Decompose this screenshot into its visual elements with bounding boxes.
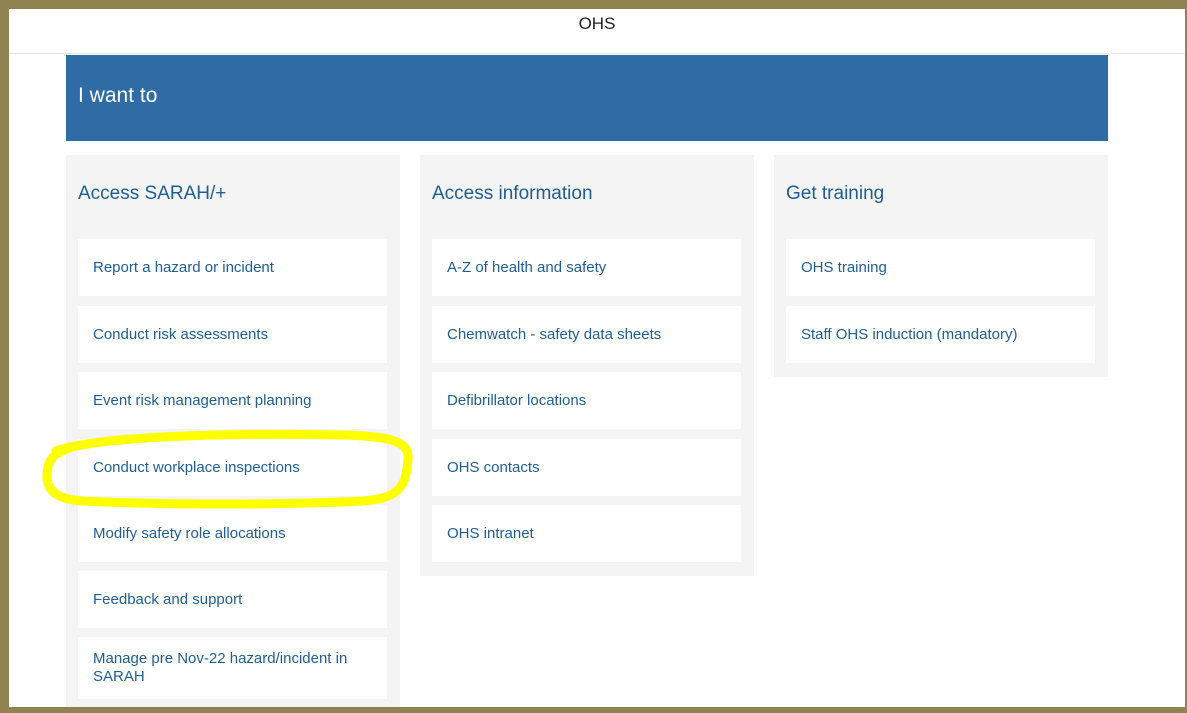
link-event-risk-planning[interactable]: Event risk management planning bbox=[78, 372, 387, 429]
column-access-sarah: Access SARAH/+ Report a hazard or incide… bbox=[66, 155, 400, 707]
banner-title: I want to bbox=[78, 84, 158, 107]
link-ohs-training[interactable]: OHS training bbox=[786, 239, 1095, 296]
i-want-to-banner: I want to bbox=[66, 55, 1108, 141]
link-label: Feedback and support bbox=[93, 591, 243, 608]
link-conduct-risk-assessments[interactable]: Conduct risk assessments bbox=[78, 306, 387, 363]
link-manage-pre-nov22[interactable]: Manage pre Nov-22 hazard/incident in SAR… bbox=[78, 637, 387, 699]
window-title: OHS bbox=[578, 14, 616, 33]
link-label: A-Z of health and safety bbox=[447, 259, 607, 276]
window-frame: OHS I want to Access SARAH/+ Report a ha… bbox=[0, 0, 1187, 713]
link-staff-ohs-induction[interactable]: Staff OHS induction (mandatory) bbox=[786, 306, 1095, 363]
link-a-z-health-safety[interactable]: A-Z of health and safety bbox=[432, 239, 741, 296]
column-heading: Access SARAH/+ bbox=[78, 183, 227, 204]
link-label: Conduct risk assessments bbox=[93, 326, 269, 343]
link-label: Manage pre Nov-22 hazard/incident in SAR… bbox=[93, 650, 348, 685]
link-label: Conduct workplace inspections bbox=[93, 459, 300, 476]
link-conduct-workplace-inspections[interactable]: Conduct workplace inspections bbox=[78, 439, 387, 496]
link-modify-safety-roles[interactable]: Modify safety role allocations bbox=[78, 505, 387, 562]
column-heading: Access information bbox=[432, 183, 593, 204]
link-ohs-intranet[interactable]: OHS intranet bbox=[432, 505, 741, 562]
link-feedback-support[interactable]: Feedback and support bbox=[78, 571, 387, 628]
link-label: Event risk management planning bbox=[93, 392, 312, 409]
column-access-information: Access information A-Z of health and saf… bbox=[420, 155, 754, 576]
link-label: Report a hazard or incident bbox=[93, 259, 274, 276]
column-heading: Get training bbox=[786, 183, 885, 204]
link-label: Staff OHS induction (mandatory) bbox=[801, 326, 1018, 343]
link-defibrillator-locations[interactable]: Defibrillator locations bbox=[432, 372, 741, 429]
column-get-training: Get training OHS training Staff OHS indu… bbox=[774, 155, 1108, 377]
link-label: Chemwatch - safety data sheets bbox=[447, 326, 662, 343]
link-label: OHS contacts bbox=[447, 459, 540, 476]
link-label: Modify safety role allocations bbox=[93, 525, 286, 542]
link-label: OHS training bbox=[801, 259, 887, 276]
window-title-bar: OHS bbox=[9, 9, 1185, 54]
link-report-hazard[interactable]: Report a hazard or incident bbox=[78, 239, 387, 296]
link-label: OHS intranet bbox=[447, 525, 534, 542]
link-chemwatch[interactable]: Chemwatch - safety data sheets bbox=[432, 306, 741, 363]
link-label: Defibrillator locations bbox=[447, 392, 587, 409]
link-ohs-contacts[interactable]: OHS contacts bbox=[432, 439, 741, 496]
